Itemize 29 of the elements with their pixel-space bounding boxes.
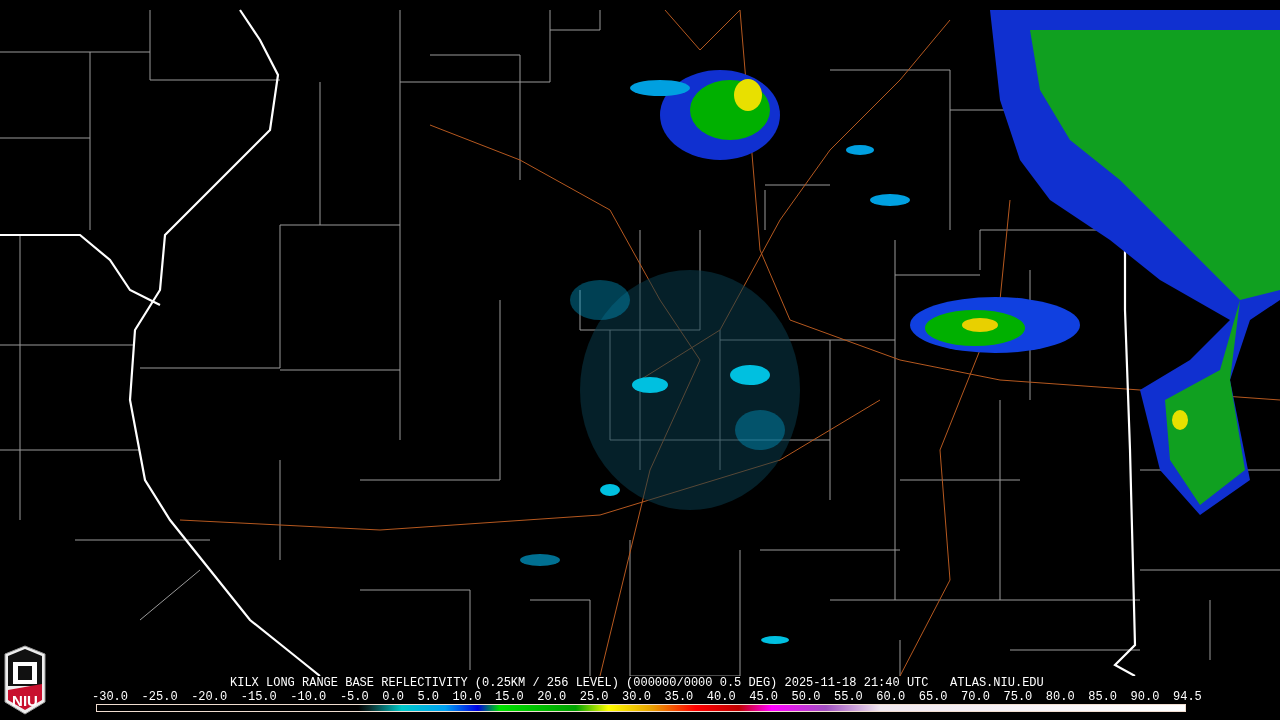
scale-label: 85.0: [1088, 690, 1118, 704]
scale-label: 75.0: [1003, 690, 1033, 704]
scale-label: 45.0: [749, 690, 779, 704]
scale-label: 20.0: [537, 690, 567, 704]
scale-label: 25.0: [579, 690, 609, 704]
scale-label: 80.0: [1045, 690, 1075, 704]
scale-label: -25.0: [141, 690, 178, 704]
scale-label: 90.0: [1130, 690, 1160, 704]
scale-label: 40.0: [706, 690, 736, 704]
scale-label: -20.0: [191, 690, 228, 704]
scale-label: 10.0: [452, 690, 482, 704]
radar-caption: KILX LONG RANGE BASE REFLECTIVITY (0.25KM / 256 LEVEL) (000000/0000 0.5 DEG) 2025-11-18 21:40 UTC ATLAS.NIU.EDU: [229, 676, 1045, 690]
scale-label: 60.0: [876, 690, 906, 704]
scale-label: 65.0: [918, 690, 948, 704]
scale-label: 94.5: [1173, 690, 1202, 704]
scale-label: 30.0: [622, 690, 651, 704]
scale-label: 0.0: [382, 690, 404, 704]
scale-label: 50.0: [791, 690, 821, 704]
scale-label: 15.0: [495, 690, 524, 704]
scale-label: 35.0: [664, 690, 694, 704]
shield-logo-icon: [3, 644, 47, 716]
scale-label: 5.0: [417, 690, 440, 704]
logo-text: NIU: [11, 692, 39, 710]
scale-label: 55.0: [834, 690, 863, 704]
scale-label: -5.0: [339, 690, 369, 704]
scale-label: -15.0: [240, 690, 277, 704]
scale-label: 70.0: [961, 690, 990, 704]
scale-label: -10.0: [290, 690, 327, 704]
scale-label: -30.0: [92, 690, 128, 704]
